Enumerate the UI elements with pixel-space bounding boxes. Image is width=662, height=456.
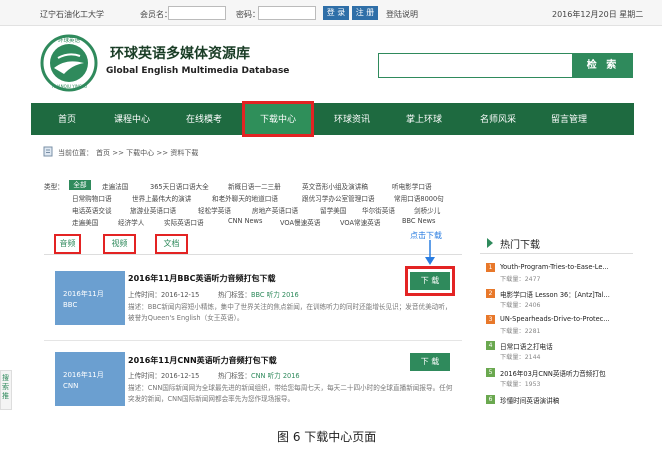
thumb-line2: CNN xyxy=(63,382,79,390)
logo-text: 环球英语 xyxy=(58,38,81,44)
tab-video[interactable]: 视频 xyxy=(103,234,136,254)
category-item[interactable]: VOA慢速英语 xyxy=(280,217,320,227)
rank-badge: 5 xyxy=(486,368,495,377)
item-description: 描述：CNN国际新闻网为全球最先进的新闻组织，带给您每周七天，每天二十四小时的全… xyxy=(128,384,453,403)
category-item[interactable]: 英文音形小组及演讲稿 xyxy=(302,181,368,191)
item-description: 描述：BBC新闻内容短小精炼，集中了世界关注的焦点新闻，在训练听力的同时还能增长… xyxy=(128,303,452,322)
floater-text: 搜索推 xyxy=(2,374,9,400)
rank-badge: 1 xyxy=(486,263,495,272)
rank-badge: 4 xyxy=(486,341,495,350)
category-label: 类型： xyxy=(44,183,64,191)
category-all[interactable]: 全部 xyxy=(69,180,91,190)
category-item[interactable]: 听电影学口语 xyxy=(392,181,432,191)
upload-label: 上传时间： xyxy=(128,372,161,380)
hot-item-link[interactable]: UN-Spearheads-Drive-to-Protec... xyxy=(500,315,610,323)
category-item[interactable]: 日常购物口语 xyxy=(72,193,112,203)
figure-caption: 图 6 下载中心页面 xyxy=(277,430,377,444)
download-count: 下载量：2406 xyxy=(500,302,541,309)
category-item[interactable]: 留学美国 xyxy=(320,205,346,215)
nav-item-download-center[interactable]: 下载中心 xyxy=(260,112,296,125)
category-item[interactable]: CNN News xyxy=(228,217,262,225)
logo-subtext: HUANQIU YINGYU xyxy=(52,84,88,89)
search-input[interactable] xyxy=(378,53,573,78)
document-icon xyxy=(43,146,53,157)
chevron-right-icon xyxy=(487,238,493,248)
download-count: 下载量：2477 xyxy=(500,276,541,283)
category-item[interactable]: 常用口语8000句 xyxy=(394,193,444,203)
breadcrumb[interactable]: 首页 >> 下载中心 >> 资料下载 xyxy=(96,148,198,158)
upload-date: 2016-12-15 xyxy=(160,291,200,299)
category-item[interactable]: 剑桥少儿 xyxy=(414,205,440,215)
category-item[interactable]: 华尔街英语 xyxy=(362,205,395,215)
nav-item-home[interactable]: 首页 xyxy=(58,112,76,125)
item-title[interactable]: 2016年11月BBC英语听力音频打包下载 xyxy=(128,273,275,284)
category-item[interactable]: 世界上最伟大的演讲 xyxy=(132,193,191,203)
nav-item-courses[interactable]: 课程中心 xyxy=(114,112,150,125)
tag-link[interactable]: BBC 听力 2016 xyxy=(251,291,299,299)
tag-link[interactable]: CNN 听力 2016 xyxy=(251,372,300,380)
member-input[interactable] xyxy=(168,6,226,20)
category-item[interactable]: 365天日语口语大全 xyxy=(150,181,209,191)
download-count: 下载量：2144 xyxy=(500,354,541,361)
upload-label: 上传时间： xyxy=(128,291,161,299)
thumb-line2: BBC xyxy=(63,301,78,309)
tab-audio[interactable]: 音频 xyxy=(54,234,81,254)
category-item[interactable]: 实际英语口语 xyxy=(164,217,204,227)
category-item[interactable]: 旅游业英语口语 xyxy=(130,205,176,215)
university-name: 辽宁石油化工大学 xyxy=(40,10,104,19)
download-count: 下载量：1953 xyxy=(500,381,541,388)
register-button[interactable]: 注 册 xyxy=(352,6,378,20)
thumb-line1: 2016年11月 xyxy=(63,371,104,379)
search-button[interactable]: 检 索 xyxy=(573,53,633,78)
hot-item-link[interactable]: 2016年03月CNN英语听力音频打包 xyxy=(500,368,606,378)
nav-item-messages[interactable]: 留言管理 xyxy=(551,112,587,125)
login-button[interactable]: 登 录 xyxy=(323,6,349,20)
rank-badge: 2 xyxy=(486,289,495,298)
download-button[interactable]: 下 载 xyxy=(410,272,450,290)
nav-item-mobile[interactable]: 掌上环球 xyxy=(406,112,442,125)
password-label: 密码： xyxy=(236,10,260,19)
category-item[interactable]: 轻松学英语 xyxy=(198,205,231,215)
download-count: 下载量：2281 xyxy=(500,328,541,335)
tab-divider xyxy=(44,254,462,255)
category-item[interactable]: BBC News xyxy=(402,217,435,225)
arrow-down-icon xyxy=(425,240,435,265)
login-help-link[interactable]: 登陆说明 xyxy=(386,9,418,20)
category-item[interactable]: 经济学人 xyxy=(118,217,144,227)
upload-date: 2016-12-15 xyxy=(160,372,200,380)
download-button[interactable]: 下 载 xyxy=(410,353,450,371)
tab-document[interactable]: 文档 xyxy=(155,234,188,254)
tag-label: 热门标签： xyxy=(218,372,251,380)
hot-item-link[interactable]: Youth-Program-Tries-to-Ease-Le... xyxy=(500,263,609,271)
item-thumbnail[interactable]: 2016年11月 CNN xyxy=(55,352,125,406)
item-divider xyxy=(44,340,462,341)
hot-item-link[interactable]: 电影学口语 Lesson 36：[Antz]Tal... xyxy=(500,289,610,299)
category-item[interactable]: VOA常速英语 xyxy=(340,217,380,227)
category-item[interactable]: 跟优习学办公室管理口语 xyxy=(302,193,375,203)
search-floater[interactable]: 搜索推 xyxy=(0,370,12,410)
site-title: 环球英语多媒体资源库 xyxy=(110,46,250,62)
item-thumbnail[interactable]: 2016年11月 BBC xyxy=(55,271,125,325)
category-item[interactable]: 房地产英语口语 xyxy=(252,205,298,215)
category-item[interactable]: 走遍法国 xyxy=(102,181,128,191)
thumb-line1: 2016年11月 xyxy=(63,290,104,298)
hot-downloads-title: 热门下载 xyxy=(500,240,540,251)
breadcrumb-label: 当前位置： xyxy=(58,149,93,157)
category-item[interactable]: 电话英语交谈 xyxy=(72,205,112,215)
rank-badge: 3 xyxy=(486,315,495,324)
hot-item-link[interactable]: 日常口语之打电话 xyxy=(500,341,553,351)
current-date: 2016年12月20日 星期二 xyxy=(552,10,644,19)
category-item[interactable]: 新概日语一二三册 xyxy=(228,181,281,191)
password-input[interactable] xyxy=(258,6,316,20)
tag-label: 热门标签： xyxy=(218,291,251,299)
nav-item-news[interactable]: 环球资讯 xyxy=(334,112,370,125)
category-item[interactable]: 走遍美国 xyxy=(72,217,98,227)
site-title-en: Global English Multimedia Database xyxy=(106,66,290,76)
hot-item-link[interactable]: 珍懂时间英语演讲稿 xyxy=(500,395,559,405)
nav-item-mock-exam[interactable]: 在线模考 xyxy=(186,112,222,125)
nav-item-teachers[interactable]: 名师风采 xyxy=(480,112,516,125)
category-item[interactable]: 和老外聊天的地道口语 xyxy=(212,193,278,203)
rank-badge: 6 xyxy=(486,395,495,404)
item-title[interactable]: 2016年11月CNN英语听力音频打包下载 xyxy=(128,355,277,366)
